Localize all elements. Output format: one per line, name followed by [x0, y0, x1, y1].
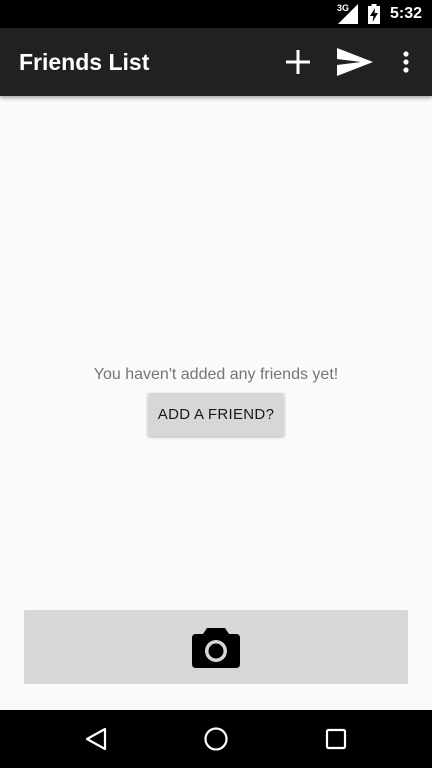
empty-state-message: You haven't added any friends yet!	[93, 366, 339, 383]
battery-charging-icon	[368, 4, 380, 24]
back-button[interactable]	[66, 710, 126, 768]
add-icon	[286, 50, 310, 74]
overflow-menu-button[interactable]	[392, 28, 420, 96]
home-button[interactable]	[186, 710, 246, 768]
page-title: Friends List	[19, 49, 150, 75]
recents-button[interactable]	[306, 710, 366, 768]
navigation-bar	[0, 710, 432, 768]
status-bar: 3G 5:32	[0, 0, 432, 28]
signal-icon	[338, 4, 358, 24]
send-icon	[337, 48, 373, 76]
back-icon	[85, 727, 107, 751]
clock: 5:32	[389, 5, 422, 22]
recents-icon	[325, 728, 347, 750]
camera-button[interactable]	[24, 610, 408, 684]
add-friend-action[interactable]	[276, 28, 320, 96]
add-friend-button[interactable]: ADD A FRIEND?	[148, 393, 284, 436]
camera-icon	[192, 628, 240, 668]
send-action[interactable]	[332, 28, 378, 96]
app-bar: Friends List	[0, 28, 432, 96]
overflow-menu-icon	[403, 51, 409, 73]
home-icon	[204, 727, 228, 751]
